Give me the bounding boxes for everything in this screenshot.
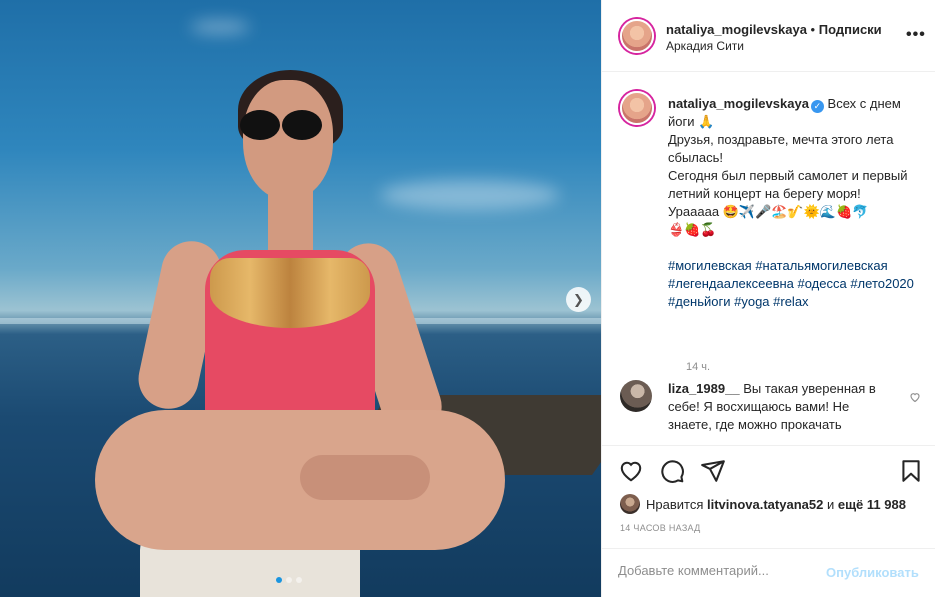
following-button[interactable]: Подписки <box>819 22 882 37</box>
bookmark-icon[interactable] <box>898 458 924 484</box>
commenter-avatar[interactable] <box>620 380 652 412</box>
caption-line: Урааааа 🤩✈️🎤🏖️🎷🌞🌊🍓🐬 <box>668 204 869 219</box>
comment-body: liza_1989__ Вы такая уверенная в себе! Я… <box>668 380 878 434</box>
post-photo[interactable]: ❯ <box>0 0 601 597</box>
liker-avatar[interactable] <box>620 494 640 514</box>
comments-section[interactable]: nataliya_mogilevskaya ✓ Всех с днем йоги … <box>602 73 935 445</box>
cloud <box>380 180 560 210</box>
action-icons <box>618 458 923 484</box>
caption-username[interactable]: nataliya_mogilevskaya <box>668 96 809 111</box>
feet <box>300 455 430 500</box>
caption-time[interactable]: 14 ч. <box>686 361 710 373</box>
like-comment-heart-icon[interactable] <box>909 391 921 403</box>
face <box>243 80 333 200</box>
chevron-right-icon: ❯ <box>573 291 584 307</box>
cloud <box>190 20 250 34</box>
comment-icon[interactable] <box>659 458 685 484</box>
comment-input[interactable] <box>618 563 818 578</box>
carousel-dot <box>276 577 282 583</box>
heart-icon[interactable] <box>618 458 644 484</box>
separator: • <box>810 22 816 37</box>
verified-badge-icon: ✓ <box>810 100 824 113</box>
post-side-panel: nataliya_mogilevskaya • Подписки Аркадия… <box>601 0 935 597</box>
caption-line: Друзья, поздравьте, мечта этого лета сбы… <box>668 132 894 165</box>
add-comment-bar: Опубликовать <box>602 548 935 597</box>
post-location[interactable]: Аркадия Сити <box>666 38 882 55</box>
likes-count[interactable]: ещё 11 988 <box>838 497 906 512</box>
likes-prefix: Нравится <box>646 496 704 512</box>
more-options-icon[interactable]: ••• <box>906 26 926 44</box>
commenter-username[interactable]: liza_1989__ <box>668 381 740 396</box>
likes-conjunction: и <box>826 496 835 512</box>
swimsuit-decoration <box>210 258 370 328</box>
carousel-dots <box>276 577 302 583</box>
next-photo-button[interactable]: ❯ <box>566 287 591 312</box>
share-icon[interactable] <box>700 458 726 484</box>
action-bar: Нравится litvinova.tatyana52 и ещё 11 98… <box>602 445 935 555</box>
sunglasses <box>238 110 328 140</box>
likes-summary: Нравится litvinova.tatyana52 и ещё 11 98… <box>620 494 906 514</box>
caption-line: Сегодня был первый самолет и первый летн… <box>668 168 908 201</box>
caption-hashtags[interactable]: #могилевская #натальямогилевская #легенд… <box>668 258 914 309</box>
liker-username[interactable]: litvinova.tatyana52 <box>707 497 823 512</box>
caption-body: nataliya_mogilevskaya ✓ Всех с днем йоги … <box>668 95 920 311</box>
carousel-dot <box>296 577 302 583</box>
author-avatar[interactable] <box>620 19 654 53</box>
post-header: nataliya_mogilevskaya • Подписки Аркадия… <box>602 0 935 72</box>
caption-avatar[interactable] <box>620 91 654 125</box>
publish-button[interactable]: Опубликовать <box>826 565 919 580</box>
author-username[interactable]: nataliya_mogilevskaya <box>666 22 807 37</box>
post-timestamp[interactable]: 14 ЧАСОВ НАЗАД <box>620 523 701 533</box>
carousel-dot <box>286 577 292 583</box>
caption-line: 👙🍓🍒 <box>668 222 717 237</box>
header-text: nataliya_mogilevskaya • Подписки Аркадия… <box>666 21 882 55</box>
